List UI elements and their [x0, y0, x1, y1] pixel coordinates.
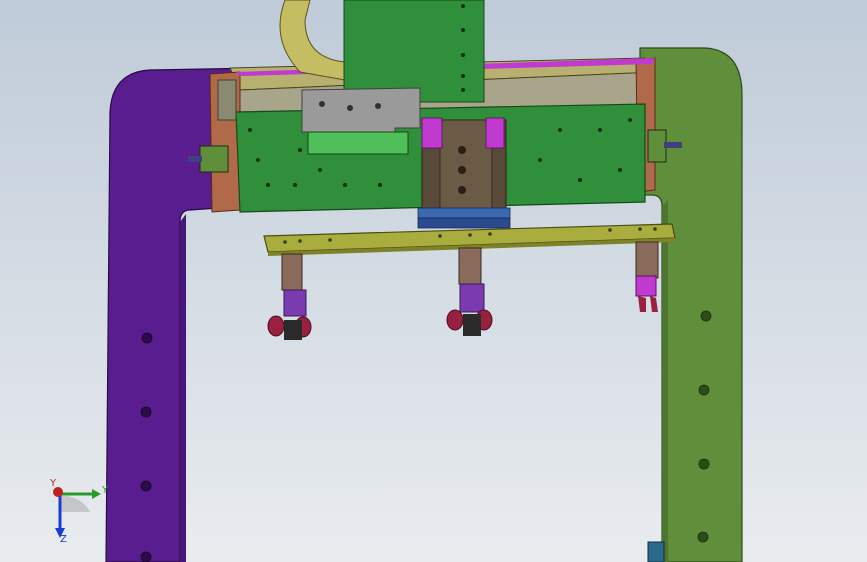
cad-model-scene[interactable]: Y Y Z: [0, 0, 867, 562]
triad-y-label: Y: [49, 478, 57, 489]
motor-mount-plate[interactable]: [343, 0, 485, 103]
lift-cylinder[interactable]: [417, 117, 511, 229]
triad-z-label: Z: [60, 534, 67, 545]
base-block: [647, 541, 665, 562]
slider-block[interactable]: [301, 87, 421, 155]
triad-x-label: Y: [101, 485, 109, 496]
cad-viewport[interactable]: Y Y Z: [0, 0, 867, 562]
